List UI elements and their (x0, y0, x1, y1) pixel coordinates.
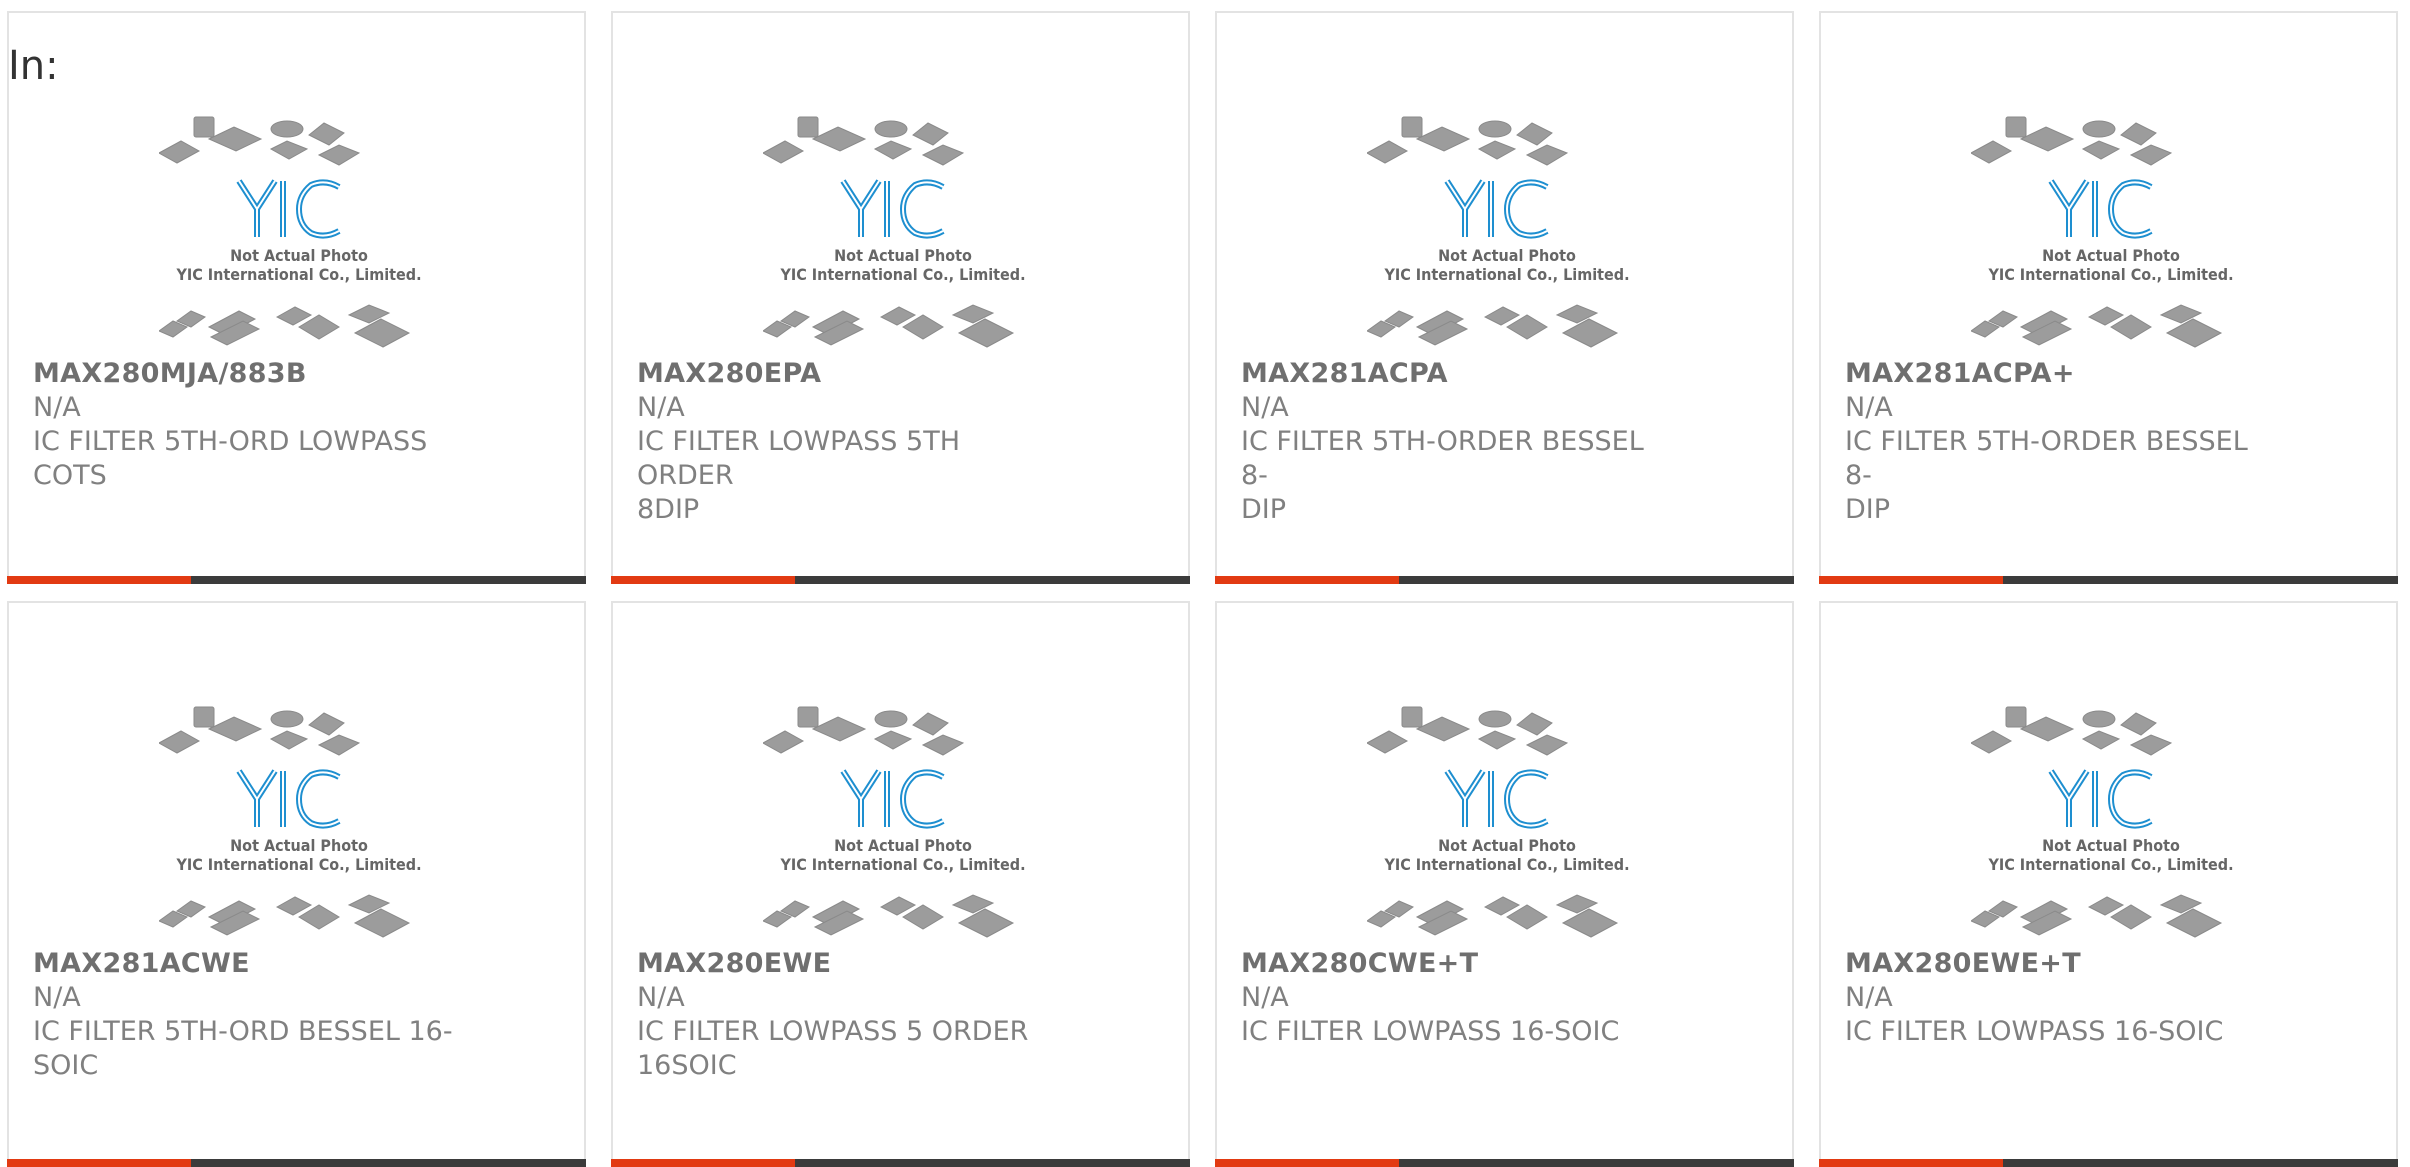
product-image-placeholder: Not Actual Photo YIC International Co., … (1971, 105, 2251, 361)
part-number-link[interactable]: MAX280EWE (637, 947, 1057, 981)
chip-logo-placeholder-icon (763, 706, 1015, 938)
not-actual-photo-text: Not Actual Photo (230, 836, 368, 855)
company-name-text: YIC International Co., Limited. (780, 855, 1026, 874)
description-line-1: IC FILTER LOWPASS 5TH ORDER (637, 426, 960, 491)
product-image-placeholder: Not Actual Photo YIC International Co., … (1367, 695, 1647, 951)
description-line-2: DIP (1845, 494, 1891, 525)
product-card[interactable]: Not Actual Photo YIC International Co., … (7, 11, 586, 584)
product-image-placeholder: Not Actual Photo YIC International Co., … (763, 695, 1043, 951)
product-card[interactable]: Not Actual Photo YIC International Co., … (1215, 601, 1794, 1167)
company-name-text: YIC International Co., Limited. (1384, 265, 1630, 284)
description-line-1: IC FILTER LOWPASS 16-SOIC (1241, 1016, 1620, 1047)
product-card[interactable]: Not Actual Photo YIC International Co., … (7, 601, 586, 1167)
not-actual-photo-text: Not Actual Photo (1438, 246, 1576, 265)
product-info: MAX280CWE+T N/A IC FILTER LOWPASS 16-SOI… (1241, 947, 1661, 1049)
card-bottom-bar (7, 576, 586, 584)
company-name-text: YIC International Co., Limited. (176, 265, 422, 284)
card-bottom-bar (1215, 576, 1794, 584)
product-card[interactable]: Not Actual Photo YIC International Co., … (1819, 601, 2398, 1167)
company-name-text: YIC International Co., Limited. (1988, 855, 2234, 874)
company-name-text: YIC International Co., Limited. (1988, 265, 2234, 284)
product-image-placeholder: Not Actual Photo YIC International Co., … (763, 105, 1043, 361)
product-info: MAX281ACPA N/A IC FILTER 5TH-ORDER BESSE… (1241, 357, 1661, 527)
manufacturer-text: N/A (1845, 392, 1893, 423)
description-line-2: 16SOIC (637, 1050, 737, 1081)
product-image-placeholder: Not Actual Photo YIC International Co., … (159, 695, 439, 951)
part-number-link[interactable]: MAX280CWE+T (1241, 947, 1661, 981)
card-bottom-bar (1819, 576, 2398, 584)
part-number-link[interactable]: MAX281ACPA (1241, 357, 1661, 391)
part-number-link[interactable]: MAX280EWE+T (1845, 947, 2265, 981)
company-name-text: YIC International Co., Limited. (1384, 855, 1630, 874)
card-accent-bar (611, 1159, 795, 1167)
part-number-link[interactable]: MAX280EPA (637, 357, 1057, 391)
section-heading: In: (8, 43, 59, 89)
product-card[interactable]: Not Actual Photo YIC International Co., … (611, 601, 1190, 1167)
description-line-1: IC FILTER 5TH-ORDER BESSEL 8- (1845, 426, 2248, 491)
chip-logo-placeholder-icon (159, 706, 411, 938)
part-number-link[interactable]: MAX281ACWE (33, 947, 453, 981)
product-card[interactable]: Not Actual Photo YIC International Co., … (1819, 11, 2398, 584)
not-actual-photo-text: Not Actual Photo (834, 836, 972, 855)
card-bottom-bar (611, 576, 1190, 584)
description-line-1: IC FILTER 5TH-ORD BESSEL 16- (33, 1016, 453, 1047)
card-bottom-bar (611, 1159, 1190, 1167)
card-bottom-bar (1819, 1159, 2398, 1167)
card-accent-bar (1215, 576, 1399, 584)
description-line-2: 8DIP (637, 494, 700, 525)
card-accent-bar (7, 1159, 191, 1167)
company-name-text: YIC International Co., Limited. (176, 855, 422, 874)
not-actual-photo-text: Not Actual Photo (230, 246, 368, 265)
description-line-1: IC FILTER LOWPASS 5 ORDER (637, 1016, 1029, 1047)
manufacturer-text: N/A (637, 982, 685, 1013)
card-accent-bar (1819, 576, 2003, 584)
card-bottom-bar (7, 1159, 586, 1167)
manufacturer-text: N/A (33, 392, 81, 423)
not-actual-photo-text: Not Actual Photo (2042, 246, 2180, 265)
chip-logo-placeholder-icon (1971, 116, 2223, 348)
card-accent-bar (1215, 1159, 1399, 1167)
manufacturer-text: N/A (1241, 392, 1289, 423)
chip-logo-placeholder-icon (1367, 116, 1619, 348)
chip-logo-placeholder-icon (1971, 706, 2223, 938)
chip-logo-placeholder-icon (1367, 706, 1619, 938)
product-card[interactable]: Not Actual Photo YIC International Co., … (1215, 11, 1794, 584)
chip-logo-placeholder-icon (763, 116, 1015, 348)
description-line-2: SOIC (33, 1050, 99, 1081)
not-actual-photo-text: Not Actual Photo (834, 246, 972, 265)
manufacturer-text: N/A (33, 982, 81, 1013)
product-image-placeholder: Not Actual Photo YIC International Co., … (1971, 695, 2251, 951)
card-accent-bar (1819, 1159, 2003, 1167)
product-image-placeholder: Not Actual Photo YIC International Co., … (1367, 105, 1647, 361)
description-line-1: IC FILTER LOWPASS 16-SOIC (1845, 1016, 2224, 1047)
chip-logo-placeholder-icon (159, 116, 411, 348)
card-accent-bar (611, 576, 795, 584)
product-info: MAX281ACWE N/A IC FILTER 5TH-ORD BESSEL … (33, 947, 453, 1083)
product-card[interactable]: Not Actual Photo YIC International Co., … (611, 11, 1190, 584)
description-line-1: IC FILTER 5TH-ORDER BESSEL 8- (1241, 426, 1644, 491)
product-info: MAX280EWE N/A IC FILTER LOWPASS 5 ORDER … (637, 947, 1057, 1083)
not-actual-photo-text: Not Actual Photo (2042, 836, 2180, 855)
description-line-2: COTS (33, 460, 107, 491)
product-info: MAX280EPA N/A IC FILTER LOWPASS 5TH ORDE… (637, 357, 1057, 527)
part-number-link[interactable]: MAX280MJA/883B (33, 357, 453, 391)
manufacturer-text: N/A (1845, 982, 1893, 1013)
product-info: MAX280EWE+T N/A IC FILTER LOWPASS 16-SOI… (1845, 947, 2265, 1049)
manufacturer-text: N/A (637, 392, 685, 423)
manufacturer-text: N/A (1241, 982, 1289, 1013)
description-line-2: DIP (1241, 494, 1287, 525)
part-number-link[interactable]: MAX281ACPA+ (1845, 357, 2265, 391)
product-info: MAX280MJA/883B N/A IC FILTER 5TH-ORD LOW… (33, 357, 453, 493)
company-name-text: YIC International Co., Limited. (780, 265, 1026, 284)
product-info: MAX281ACPA+ N/A IC FILTER 5TH-ORDER BESS… (1845, 357, 2265, 527)
product-image-placeholder: Not Actual Photo YIC International Co., … (159, 105, 439, 361)
card-bottom-bar (1215, 1159, 1794, 1167)
not-actual-photo-text: Not Actual Photo (1438, 836, 1576, 855)
card-accent-bar (7, 576, 191, 584)
description-line-1: IC FILTER 5TH-ORD LOWPASS (33, 426, 428, 457)
